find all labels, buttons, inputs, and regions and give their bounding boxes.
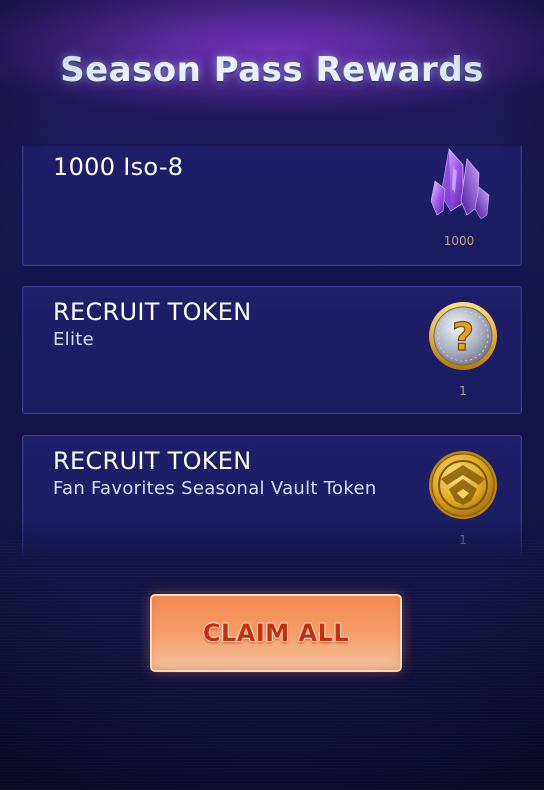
- claim-all-label: CLAIM ALL: [202, 619, 350, 647]
- season-pass-rewards-modal: Season Pass Rewards 1000 Iso-8 1000 RECR…: [0, 0, 544, 790]
- reward-card-fan-favorites-token: RECRUIT TOKEN Fan Favorites Seasonal Vau…: [22, 435, 522, 558]
- modal-title: Season Pass Rewards: [60, 50, 484, 90]
- rewards-list[interactable]: 1000 Iso-8 1000 RECRUIT TOKEN Elite ? 1 …: [22, 146, 524, 558]
- iso8-crystal-icon: [429, 146, 493, 221]
- reward-quantity: 1: [459, 384, 467, 398]
- reward-title: RECRUIT TOKEN: [53, 447, 252, 475]
- reward-title: RECRUIT TOKEN: [53, 298, 252, 326]
- svg-text:?: ?: [452, 315, 474, 359]
- reward-title: 1000 Iso-8: [53, 153, 184, 181]
- reward-quantity: 1000: [443, 234, 475, 248]
- elite-token-icon: ?: [427, 300, 499, 372]
- reward-subtitle: Fan Favorites Seasonal Vault Token: [53, 478, 377, 499]
- reward-quantity: 1: [459, 533, 467, 547]
- claim-all-button[interactable]: CLAIM ALL: [150, 594, 402, 672]
- reward-subtitle: Elite: [53, 329, 95, 350]
- reward-card-elite-token: RECRUIT TOKEN Elite ? 1: [22, 286, 522, 414]
- reward-card-iso8: 1000 Iso-8 1000: [22, 146, 522, 266]
- shield-token-icon: [427, 449, 499, 521]
